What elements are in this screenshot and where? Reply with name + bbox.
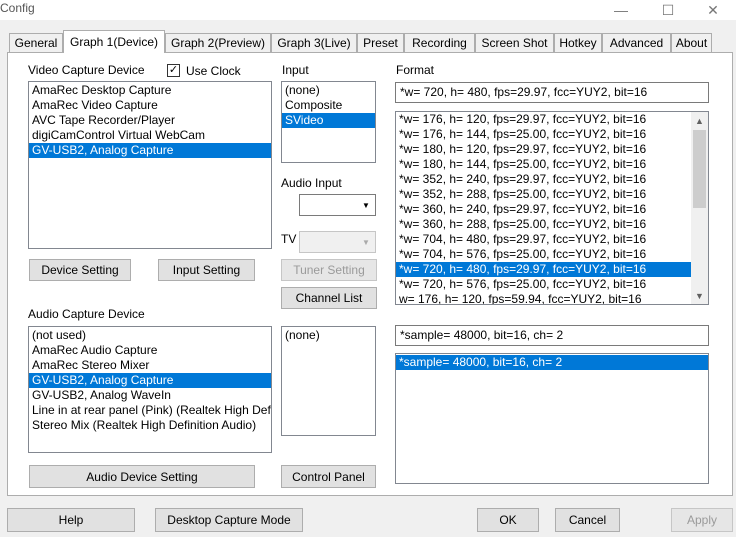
list-item[interactable]: *w= 352, h= 288, fps=25.00, fcc=YUY2, bi… bbox=[396, 187, 691, 202]
list-item-selected[interactable]: GV-USB2, Analog Capture bbox=[29, 143, 271, 158]
audio-input-dropdown[interactable]: ▼ bbox=[299, 194, 376, 216]
list-item[interactable]: *w= 180, h= 120, fps=29.97, fcc=YUY2, bi… bbox=[396, 142, 691, 157]
list-item[interactable]: *w= 352, h= 240, fps=29.97, fcc=YUY2, bi… bbox=[396, 172, 691, 187]
tab-graph2-preview[interactable]: Graph 2(Preview) bbox=[165, 33, 271, 52]
list-item[interactable]: (not used) bbox=[29, 328, 271, 343]
chevron-down-icon[interactable]: ▼ bbox=[691, 287, 708, 304]
tab-advanced[interactable]: Advanced bbox=[602, 33, 671, 52]
list-item-selected[interactable]: *sample= 48000, bit=16, ch= 2 bbox=[396, 355, 708, 370]
list-item[interactable]: AmaRec Video Capture bbox=[29, 98, 271, 113]
tab-hotkey[interactable]: Hotkey bbox=[554, 33, 602, 52]
list-item[interactable]: Composite bbox=[282, 98, 375, 113]
list-item[interactable]: (none) bbox=[282, 83, 375, 98]
list-item[interactable]: Line in at rear panel (Pink) (Realtek Hi… bbox=[29, 403, 271, 418]
list-item[interactable]: w= 176, h= 120, fps=59.94, fcc=YUY2, bit… bbox=[396, 292, 691, 304]
tab-about[interactable]: About bbox=[671, 33, 712, 52]
audio-capture-label: Audio Capture Device bbox=[28, 307, 145, 321]
minimize-icon[interactable]: — bbox=[598, 0, 644, 20]
chevron-up-icon[interactable]: ▲ bbox=[691, 112, 708, 129]
list-item[interactable]: AmaRec Audio Capture bbox=[29, 343, 271, 358]
format-list[interactable]: *w= 176, h= 120, fps=29.97, fcc=YUY2, bi… bbox=[395, 111, 709, 305]
list-item-selected[interactable]: GV-USB2, Analog Capture bbox=[29, 373, 271, 388]
input-setting-button[interactable]: Input Setting bbox=[158, 259, 255, 281]
list-item[interactable]: *w= 360, h= 240, fps=29.97, fcc=YUY2, bi… bbox=[396, 202, 691, 217]
cancel-button[interactable]: Cancel bbox=[555, 508, 620, 532]
chevron-down-icon: ▼ bbox=[362, 200, 370, 210]
list-item-selected[interactable]: *w= 720, h= 480, fps=29.97, fcc=YUY2, bi… bbox=[396, 262, 691, 277]
help-button[interactable]: Help bbox=[7, 508, 135, 532]
tab-graph1-device[interactable]: Graph 1(Device) bbox=[63, 30, 165, 53]
list-item[interactable]: AmaRec Desktop Capture bbox=[29, 83, 271, 98]
format-label: Format bbox=[396, 63, 435, 77]
sample-list[interactable]: *sample= 48000, bit=16, ch= 2 bbox=[395, 353, 709, 484]
tuner-setting-button[interactable]: Tuner Setting bbox=[281, 259, 377, 281]
use-clock-label: Use Clock bbox=[186, 64, 241, 78]
format-items: *w= 176, h= 120, fps=29.97, fcc=YUY2, bi… bbox=[396, 112, 691, 304]
device-setting-button[interactable]: Device Setting bbox=[29, 259, 131, 281]
maximize-icon[interactable]: ☐ bbox=[645, 0, 691, 20]
tab-screen-shot[interactable]: Screen Shot bbox=[475, 33, 554, 52]
sample-field[interactable]: *sample= 48000, bit=16, ch= 2 bbox=[395, 325, 709, 346]
tab-preset[interactable]: Preset bbox=[357, 33, 404, 52]
format-field[interactable]: *w= 720, h= 480, fps=29.97, fcc=YUY2, bi… bbox=[395, 82, 709, 103]
list-item[interactable]: GV-USB2, Analog WaveIn bbox=[29, 388, 271, 403]
audio-input-list[interactable]: (none) bbox=[281, 326, 376, 436]
input-list[interactable]: (none) Composite SVideo bbox=[281, 81, 376, 163]
desktop-capture-mode-button[interactable]: Desktop Capture Mode bbox=[155, 508, 303, 532]
chevron-down-icon: ▼ bbox=[362, 237, 370, 247]
tv-dropdown[interactable]: ▼ bbox=[299, 231, 376, 253]
video-capture-label: Video Capture Device bbox=[28, 63, 145, 77]
tv-label: TV bbox=[281, 232, 297, 246]
channel-list-button[interactable]: Channel List bbox=[281, 287, 377, 309]
apply-button[interactable]: Apply bbox=[671, 508, 733, 532]
list-item[interactable]: AVC Tape Recorder/Player bbox=[29, 113, 271, 128]
input-label: Input bbox=[282, 63, 309, 77]
tab-general[interactable]: General bbox=[9, 33, 63, 52]
list-item[interactable]: *w= 704, h= 576, fps=25.00, fcc=YUY2, bi… bbox=[396, 247, 691, 262]
list-item[interactable]: *w= 720, h= 576, fps=25.00, fcc=YUY2, bi… bbox=[396, 277, 691, 292]
list-item-selected[interactable]: SVideo bbox=[282, 113, 375, 128]
list-item[interactable]: Stereo Mix (Realtek High Definition Audi… bbox=[29, 418, 271, 433]
audio-input-label: Audio Input bbox=[281, 176, 342, 190]
use-clock-checkbox[interactable]: ✓ bbox=[167, 64, 180, 77]
scrollbar-thumb[interactable] bbox=[693, 130, 706, 208]
control-panel-button[interactable]: Control Panel bbox=[281, 465, 376, 488]
tab-graph3-live[interactable]: Graph 3(Live) bbox=[271, 33, 357, 52]
list-item[interactable]: *w= 360, h= 288, fps=25.00, fcc=YUY2, bi… bbox=[396, 217, 691, 232]
close-icon[interactable]: ✕ bbox=[690, 0, 736, 20]
list-item[interactable]: digiCamControl Virtual WebCam bbox=[29, 128, 271, 143]
list-item[interactable]: AmaRec Stereo Mixer bbox=[29, 358, 271, 373]
video-device-list[interactable]: AmaRec Desktop Capture AmaRec Video Capt… bbox=[28, 81, 272, 249]
audio-device-list[interactable]: (not used) AmaRec Audio Capture AmaRec S… bbox=[28, 326, 272, 453]
audio-device-setting-button[interactable]: Audio Device Setting bbox=[29, 465, 255, 488]
ok-button[interactable]: OK bbox=[477, 508, 539, 532]
list-item[interactable]: *w= 176, h= 144, fps=25.00, fcc=YUY2, bi… bbox=[396, 127, 691, 142]
tab-recording[interactable]: Recording bbox=[404, 33, 475, 52]
list-item[interactable]: *w= 180, h= 144, fps=25.00, fcc=YUY2, bi… bbox=[396, 157, 691, 172]
list-item[interactable]: *w= 176, h= 120, fps=29.97, fcc=YUY2, bi… bbox=[396, 112, 691, 127]
format-scrollbar[interactable]: ▲ ▼ bbox=[691, 112, 708, 304]
list-item[interactable]: (none) bbox=[282, 328, 375, 343]
list-item[interactable]: *w= 704, h= 480, fps=29.97, fcc=YUY2, bi… bbox=[396, 232, 691, 247]
window-title: Config bbox=[0, 1, 35, 15]
